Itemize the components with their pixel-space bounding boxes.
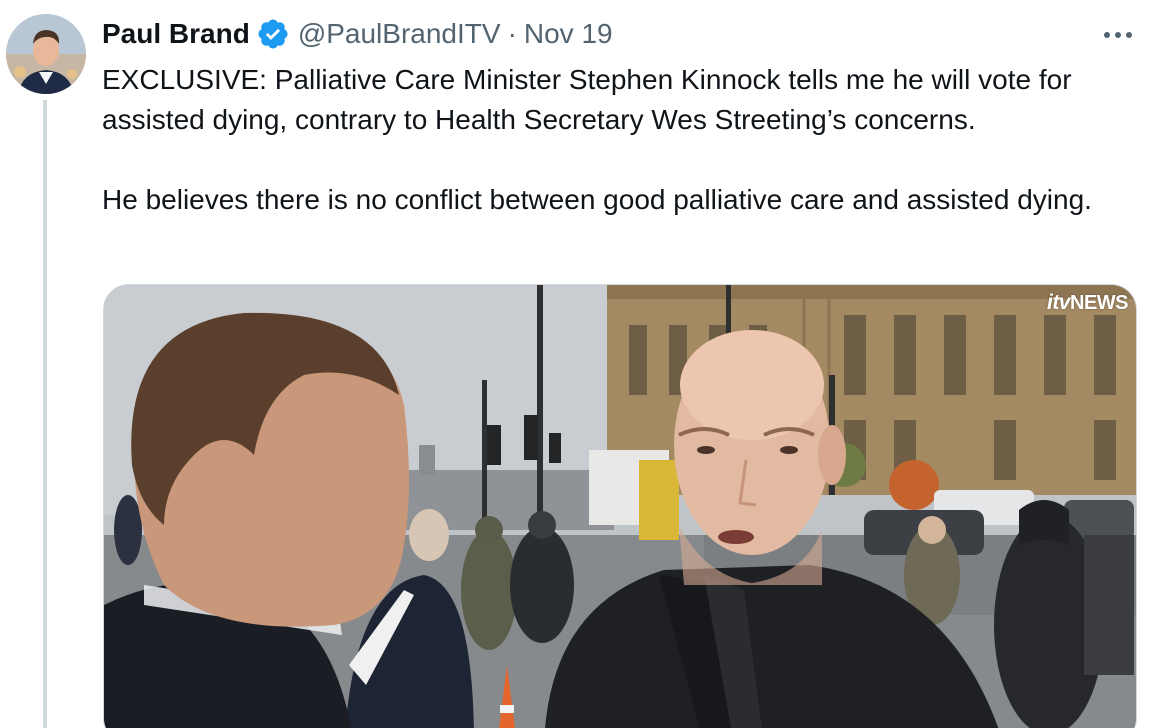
tweet-paragraph: He believes there is no conflict between… <box>102 184 1092 215</box>
separator-dot: · <box>507 18 517 49</box>
avatar[interactable] <box>6 14 86 94</box>
verified-badge-icon[interactable] <box>256 17 290 51</box>
author-name[interactable]: Paul Brand <box>102 18 250 50</box>
tweet-media-video[interactable]: itvNEWS <box>103 284 1137 728</box>
tweet-paragraph: EXCLUSIVE: Palliative Care Minister Step… <box>102 64 1072 135</box>
thread-line <box>43 100 47 728</box>
tweet-header: Paul Brand @PaulBrandITV · Nov 19 <box>102 16 613 52</box>
itv-news-logo: itvNEWS <box>1046 291 1129 314</box>
tweet-card: Paul Brand @PaulBrandITV · Nov 19 EXCLUS… <box>0 0 1154 728</box>
tweet-date[interactable]: Nov 19 <box>524 18 613 50</box>
author-handle[interactable]: @PaulBrandITV <box>298 18 501 50</box>
tweet-text: EXCLUSIVE: Palliative Care Minister Step… <box>102 60 1132 220</box>
more-horizontal-icon[interactable] <box>1100 20 1136 50</box>
video-frame-image <box>104 285 1136 728</box>
